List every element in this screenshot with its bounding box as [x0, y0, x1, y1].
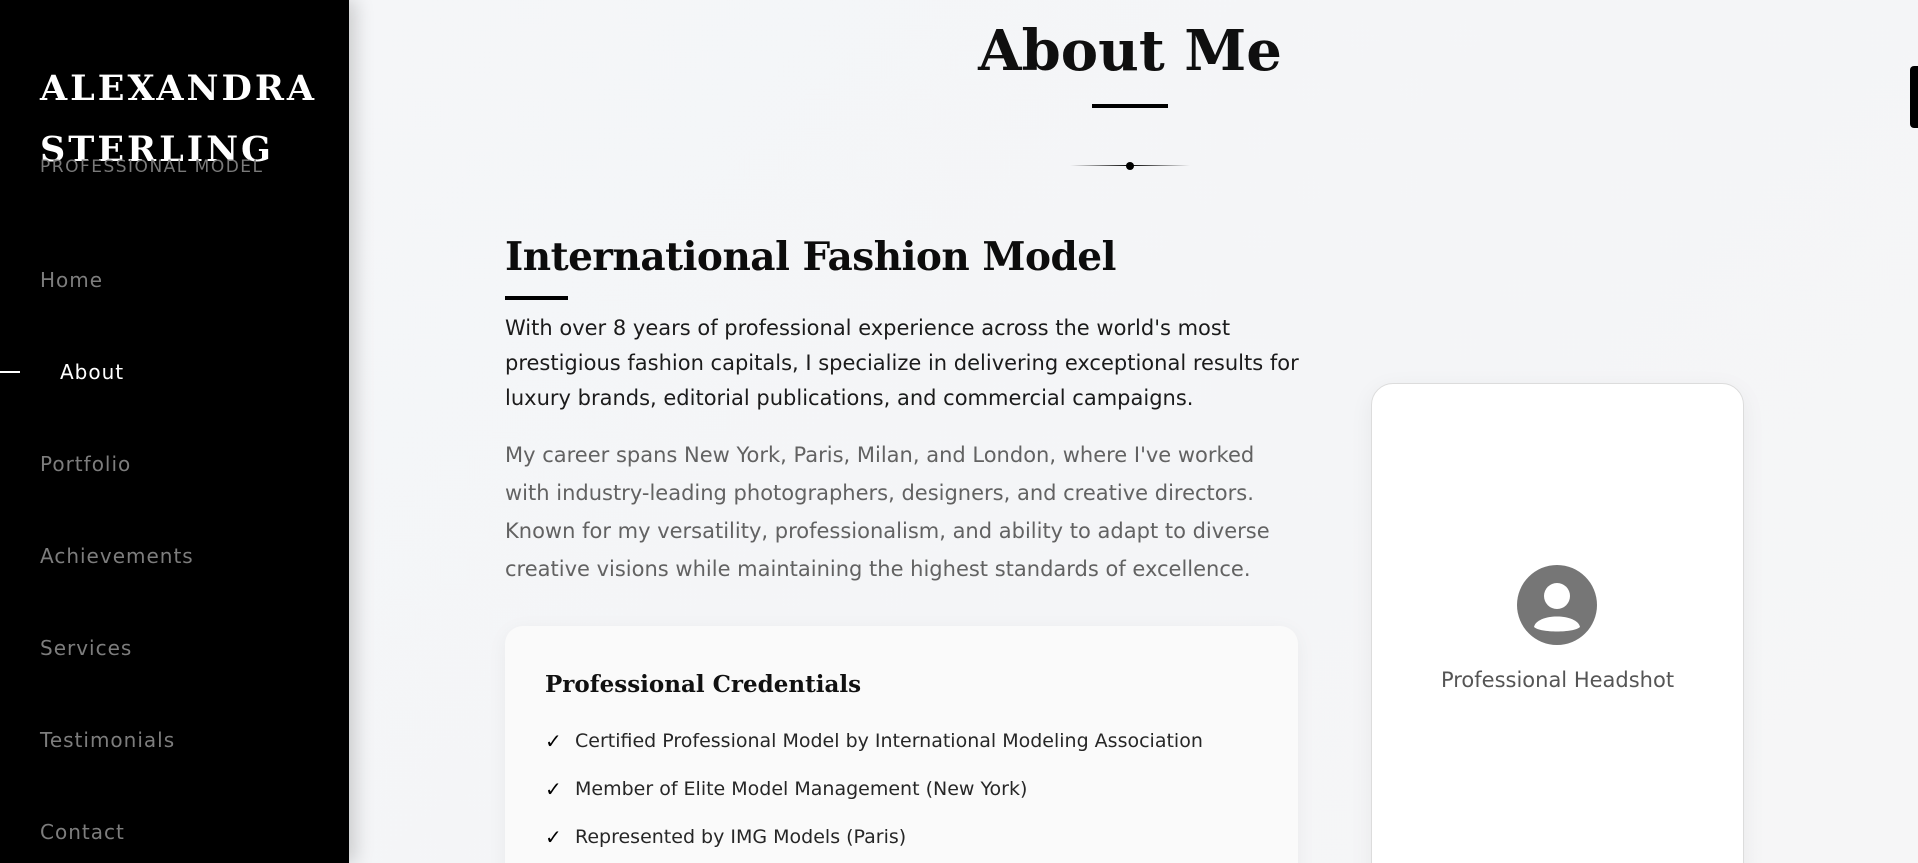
body-paragraph: My career spans New York, Paris, Milan, …	[505, 443, 1270, 581]
nav-item-portfolio[interactable]: Portfolio	[0, 434, 349, 494]
check-icon: ✓	[545, 825, 562, 849]
credential-text: Member of Elite Model Management (New Yo…	[575, 778, 1028, 800]
credential-item: ✓ Certified Professional Model by Intern…	[545, 726, 1203, 756]
section-underline	[505, 296, 568, 300]
credential-text: Represented by IMG Models (Paris)	[575, 826, 907, 848]
nav-item-testimonials[interactable]: Testimonials	[0, 710, 349, 770]
scrollbar-thumb[interactable]	[1910, 66, 1918, 128]
lead-paragraph: With over 8 years of professional experi…	[505, 316, 1299, 410]
nav-label: Achievements	[40, 544, 194, 568]
nav-item-home[interactable]: Home	[0, 250, 349, 310]
check-icon: ✓	[545, 777, 562, 801]
nav-item-about[interactable]: About	[0, 342, 349, 402]
nav-label: Portfolio	[40, 452, 132, 476]
brand-first-name: ALEXANDRA	[40, 68, 318, 109]
credentials-card: Professional Credentials ✓ Certified Pro…	[505, 626, 1298, 863]
active-indicator	[0, 371, 20, 373]
credential-item: ✓ Member of Elite Model Management (New …	[545, 774, 1027, 804]
headshot-label: Professional Headshot	[1440, 668, 1675, 692]
check-icon: ✓	[545, 729, 562, 753]
nav-label: Services	[40, 636, 133, 660]
credentials-title: Professional Credentials	[545, 671, 862, 698]
nav-item-services[interactable]: Services	[0, 618, 349, 678]
title-underline	[1092, 104, 1168, 108]
sidebar: ALEXANDRA STERLING PROFESSIONAL MODEL Ho…	[0, 0, 349, 863]
credential-item: ✓ Represented by IMG Models (Paris)	[545, 822, 906, 852]
ornament-dot	[1126, 162, 1134, 170]
credential-text: Certified Professional Model by Internat…	[575, 730, 1203, 752]
nav-item-achievements[interactable]: Achievements	[0, 526, 349, 586]
nav-label: Home	[40, 268, 104, 292]
nav-label: Testimonials	[40, 728, 176, 752]
nav-item-contact[interactable]: Contact	[0, 802, 349, 862]
brand-subtitle: PROFESSIONAL MODEL	[40, 157, 264, 177]
user-avatar-icon	[1517, 565, 1597, 645]
nav-label: Contact	[40, 820, 125, 844]
section-heading: International Fashion Model	[505, 234, 1116, 280]
headshot-card: Professional Headshot	[1371, 383, 1744, 863]
